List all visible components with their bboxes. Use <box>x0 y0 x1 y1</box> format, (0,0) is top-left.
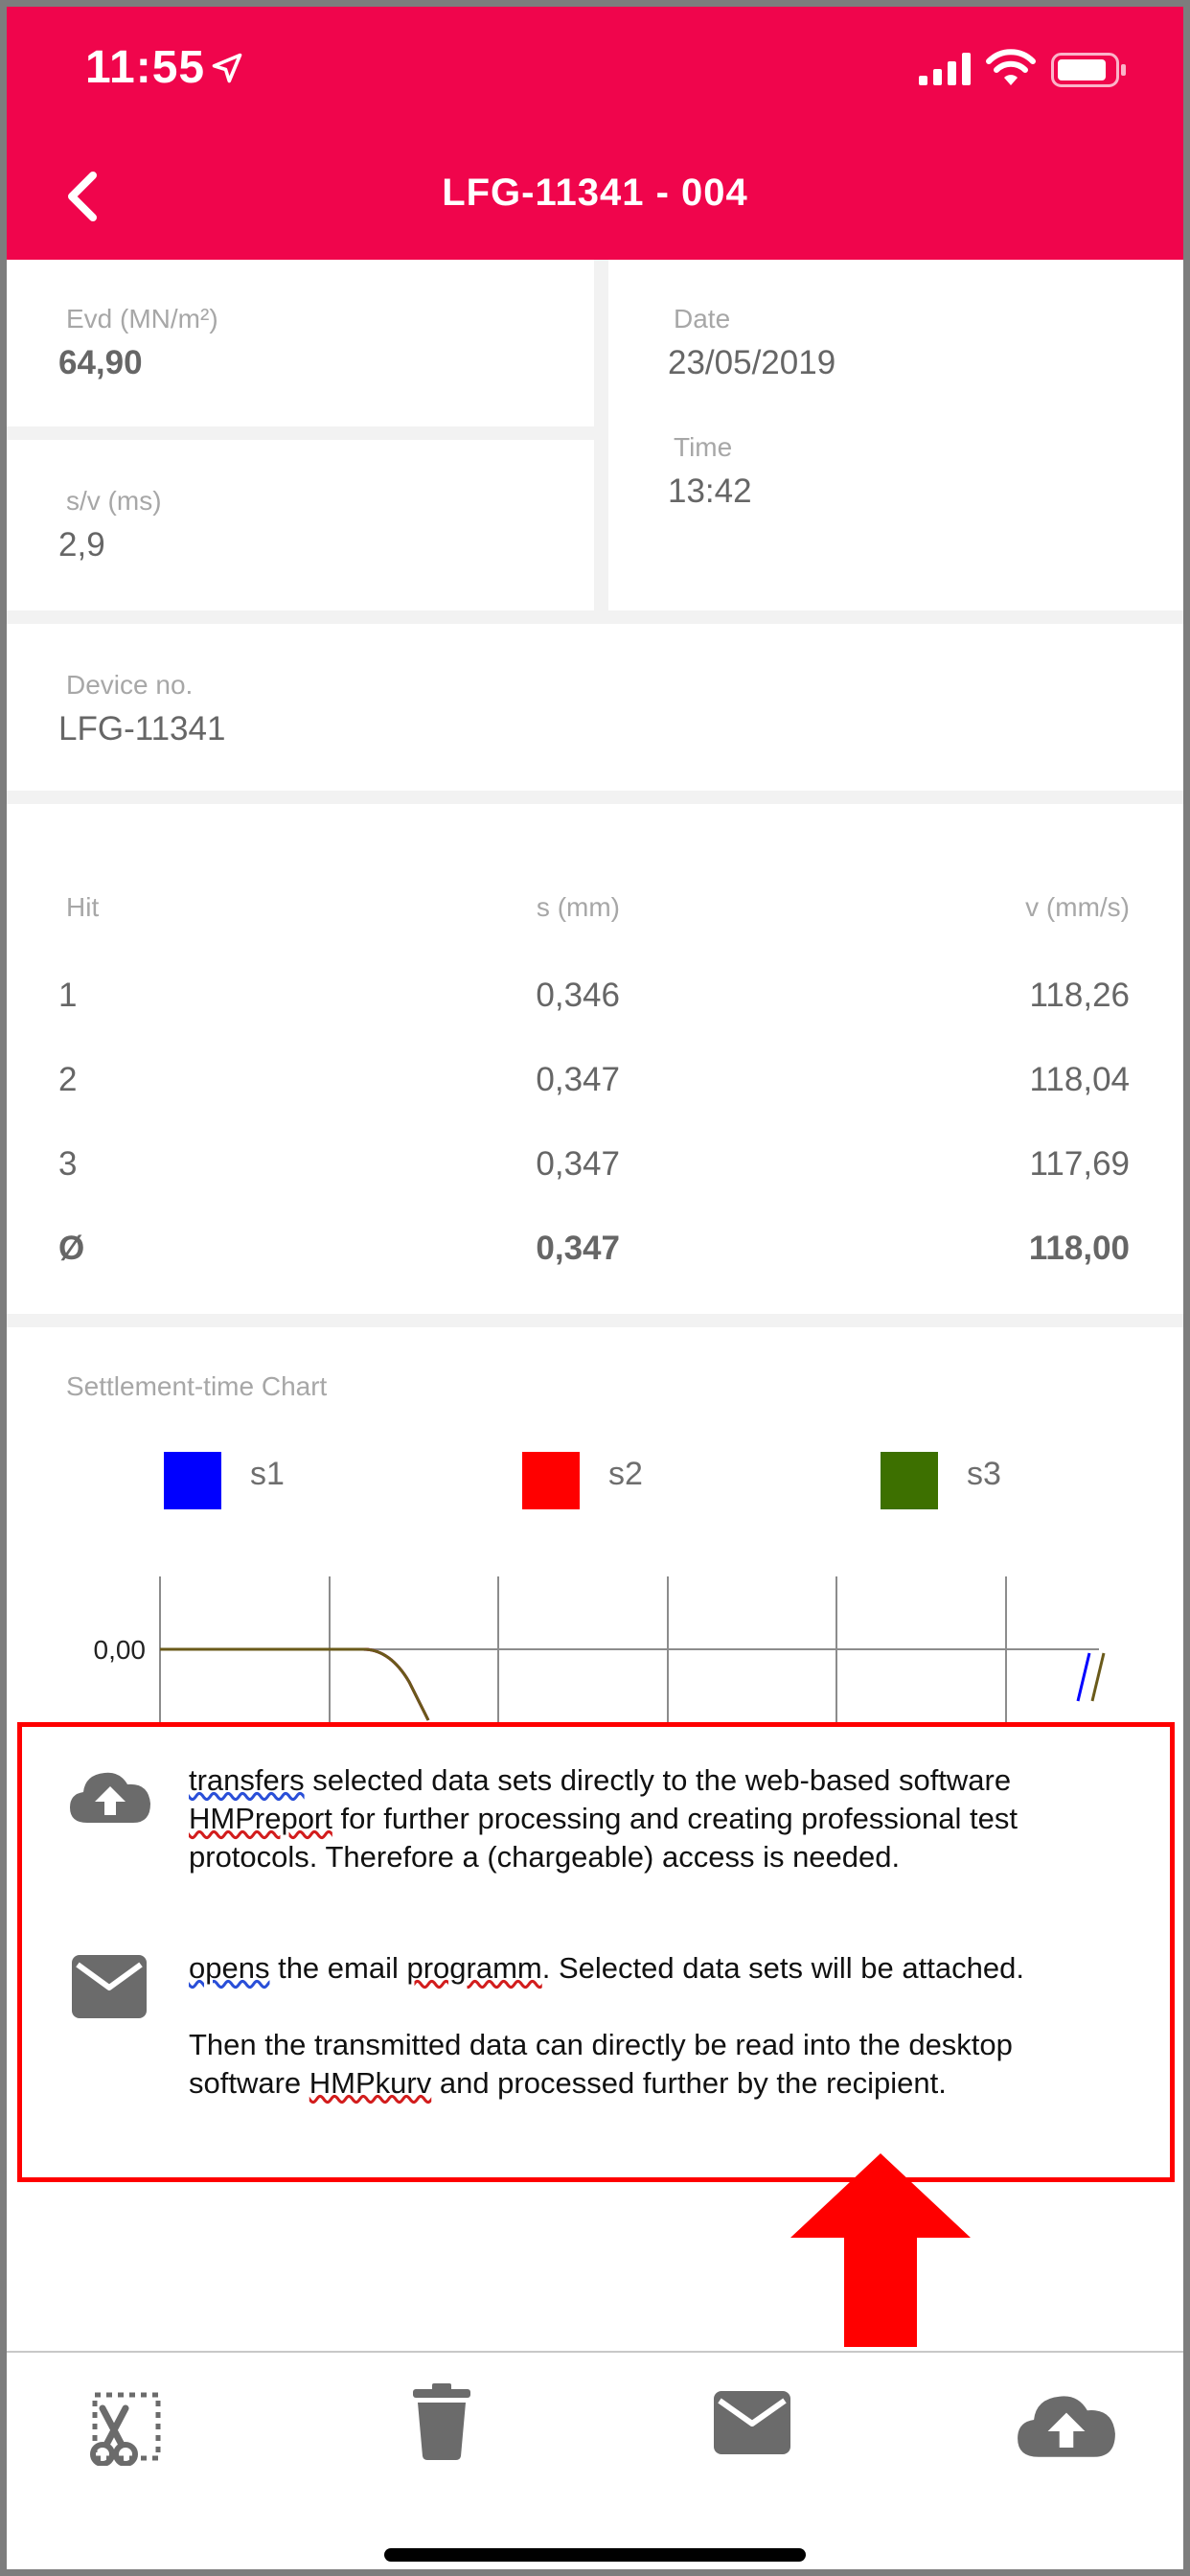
date-label: Date <box>674 304 731 334</box>
annotation-arrow-icon <box>790 2153 971 2347</box>
date-time-card: Date 23/05/2019 Time 13:42 <box>608 260 1183 610</box>
time-value: 13:42 <box>668 472 752 510</box>
nav-bar: LFG-11341 - 004 <box>7 131 1183 260</box>
hmpreport-link: HMPreport <box>189 1802 332 1835</box>
mail-icon <box>72 1955 147 2018</box>
device-value: LFG-11341 <box>58 710 226 748</box>
v-cell: 118,00 <box>1028 1230 1130 1267</box>
date-value: 23/05/2019 <box>668 344 836 381</box>
legend-label: s2 <box>608 1456 643 1492</box>
upload-text: protocols. Therefore a (chargeable) acce… <box>189 1840 901 1874</box>
s-cell: 0,347 <box>536 1061 620 1098</box>
hit-cell: 1 <box>58 977 78 1014</box>
series-line-s1-tail <box>1076 1652 1091 1702</box>
trash-icon[interactable] <box>411 2383 472 2460</box>
upload-text: selected data sets directly to the web-b… <box>304 1763 1012 1797</box>
y-tick-label: 0,00 <box>94 1635 147 1665</box>
upload-description: transfers selected data sets directly to… <box>189 1761 1109 1876</box>
status-bar: 11:55 <box>7 7 1183 131</box>
mail-keyword: opens <box>189 1951 270 1985</box>
cellular-signal-icon <box>919 53 971 85</box>
bottom-toolbar <box>7 2351 1183 2569</box>
evd-label: Evd (MN/m²) <box>66 304 218 334</box>
status-time: 11:55 <box>85 42 206 93</box>
column-header-hit: Hit <box>66 892 100 922</box>
legend-label: s1 <box>250 1456 285 1492</box>
series-line-s2 <box>160 1647 430 1721</box>
hits-table: Hit s (mm) v (mm/s) 1 0,346 118,26 2 0,3… <box>7 804 1183 1314</box>
mail-icon[interactable] <box>714 2391 790 2454</box>
s-cell: 0,347 <box>536 1145 620 1183</box>
evd-value: 64,90 <box>58 344 143 381</box>
sv-value: 2,9 <box>58 526 105 564</box>
mail-description-2: Then the transmitted data can directly b… <box>189 2026 1109 2103</box>
home-indicator <box>384 2548 806 2562</box>
series-line-s3 <box>160 1647 430 1721</box>
hit-cell: Ø <box>58 1230 85 1267</box>
mail-text: and processed further by the recipient. <box>431 2066 947 2100</box>
cloud-upload-icon[interactable] <box>1013 2387 1120 2464</box>
cloud-upload-icon <box>70 1772 150 1823</box>
v-cell: 118,26 <box>1029 977 1130 1014</box>
legend-swatch-s2 <box>522 1452 580 1509</box>
legend-swatch-s3 <box>881 1452 938 1509</box>
legend-swatch-s1 <box>164 1452 221 1509</box>
scissors-icon[interactable] <box>89 2389 166 2466</box>
help-overlay: transfers selected data sets directly to… <box>17 1722 1175 2182</box>
mail-keyword-2: programm <box>406 1951 542 1985</box>
location-arrow-icon <box>212 53 242 83</box>
wifi-icon <box>986 49 1036 85</box>
device-label: Device no. <box>66 670 194 700</box>
device-card: Device no. LFG-11341 <box>7 624 1183 791</box>
legend-label: s3 <box>967 1456 1001 1492</box>
page-title: LFG-11341 - 004 <box>442 172 748 214</box>
sv-label: s/v (ms) <box>66 486 162 516</box>
series-line-s3-tail <box>1090 1652 1106 1702</box>
battery-icon <box>1051 53 1126 87</box>
mail-text: software <box>189 2066 309 2100</box>
series-line-s1 <box>160 1647 430 1721</box>
sv-card: s/v (ms) 2,9 <box>7 440 594 610</box>
v-cell: 117,69 <box>1029 1145 1130 1183</box>
mail-text: the email <box>269 1951 407 1985</box>
screen: 11:55 LFG-11341 - 004 Evd (MN/m²) 64,90 … <box>7 7 1183 2569</box>
column-header-v: v (mm/s) <box>1025 892 1130 922</box>
hit-cell: 2 <box>58 1061 78 1098</box>
mail-text: Then the transmitted data can directly b… <box>189 2028 1013 2061</box>
upload-text: for further processing and creating prof… <box>332 1802 1018 1835</box>
hit-cell: 3 <box>58 1145 78 1183</box>
s-cell: 0,347 <box>536 1230 620 1267</box>
evd-card: Evd (MN/m²) 64,90 <box>7 260 594 426</box>
time-label: Time <box>674 432 733 462</box>
hmpkurv-link: HMPkurv <box>309 2066 432 2100</box>
s-cell: 0,346 <box>536 977 620 1014</box>
column-header-s: s (mm) <box>536 892 620 922</box>
upload-keyword: transfers <box>189 1763 305 1797</box>
v-cell: 118,04 <box>1029 1061 1130 1098</box>
chart-title: Settlement-time Chart <box>66 1371 328 1401</box>
mail-text: . Selected data sets will be attached. <box>541 1951 1024 1985</box>
mail-description: opens the email programm. Selected data … <box>189 1949 1109 1988</box>
